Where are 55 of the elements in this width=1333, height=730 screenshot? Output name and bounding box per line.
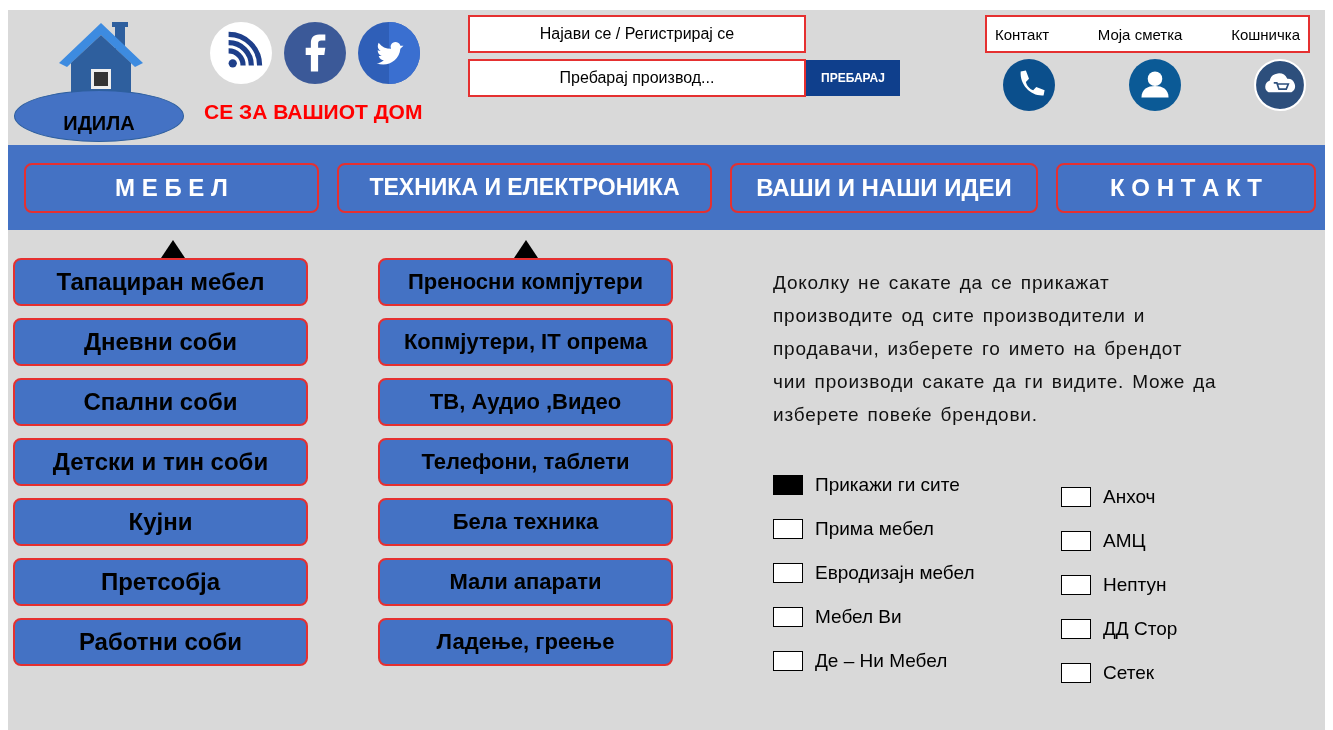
submenu-item[interactable]: Спални соби <box>13 378 308 426</box>
user-icon[interactable] <box>1128 59 1181 111</box>
search-field[interactable]: Пребарај производ... <box>468 59 806 97</box>
checkbox-label: Сетек <box>1103 662 1155 684</box>
search-button[interactable]: ПРЕБАРАЈ <box>806 60 900 96</box>
checkbox-label: АМЦ <box>1103 530 1146 552</box>
checkbox[interactable] <box>1061 531 1091 551</box>
checkbox-label: Евродизајн мебел <box>815 562 975 584</box>
nav-button[interactable]: М Е Б Е Л <box>24 162 319 213</box>
checkbox-label: Де – Ни Мебел <box>815 650 948 672</box>
checkbox-label: ДД Стор <box>1103 618 1178 640</box>
submenu-item[interactable]: Бела техника <box>378 498 673 546</box>
submenu-item[interactable]: Преносни компјутери <box>378 258 673 306</box>
cloud-cart-icon[interactable] <box>1254 59 1306 111</box>
checkbox[interactable] <box>773 563 803 583</box>
checkbox[interactable] <box>1061 663 1091 683</box>
twitter-icon[interactable] <box>358 22 420 84</box>
submenu-item[interactable]: Работни соби <box>13 618 308 666</box>
tagline: СЕ ЗА ВАШИОТ ДОМ <box>204 100 424 124</box>
checkbox[interactable] <box>773 607 803 627</box>
submenu-item[interactable]: Тапациран мебел <box>13 258 308 306</box>
checkbox[interactable] <box>773 519 803 539</box>
filter-description: Доколку не сакате да се прикажат производите од сите производители и продавачи, изберете го името на брендот чии производи сакате да ги видите. Може да изберете повеќе брендови. <box>773 271 1218 427</box>
checkbox-label: Прима мебел <box>815 518 934 540</box>
checkbox-label: Анхоч <box>1103 486 1156 508</box>
submenu-item[interactable]: ТВ, Аудио ,Видео <box>378 378 673 426</box>
submenu-item[interactable]: Претсобја <box>13 558 308 606</box>
login-button[interactable]: Најави се / Регистрирај се <box>468 15 806 53</box>
rss-icon[interactable] <box>210 22 272 84</box>
checkbox[interactable] <box>1061 575 1091 595</box>
nav-button[interactable]: ВАШИ И НАШИ ИДЕИ <box>730 162 1038 213</box>
phone-icon[interactable] <box>1003 59 1055 111</box>
pointer-icon <box>160 240 185 258</box>
pointer-icon <box>513 240 538 258</box>
submenu-item[interactable]: Копмјутери, IT опрема <box>378 318 673 366</box>
submenu-item[interactable]: Кујни <box>13 498 308 546</box>
checkbox[interactable] <box>1061 619 1091 639</box>
submenu-item[interactable]: Дневни соби <box>13 318 308 366</box>
submenu-item[interactable]: Детски и тин соби <box>13 438 308 486</box>
top-link[interactable]: Моја сметка <box>1097 25 1183 43</box>
checkbox-label: Нептун <box>1103 574 1167 596</box>
top-link[interactable]: Контакт <box>995 25 1049 43</box>
top-link[interactable]: Кошничка <box>1231 25 1300 43</box>
nav-button[interactable]: ТЕХНИКА И ЕЛЕКТРОНИКА <box>337 162 712 213</box>
submenu-item[interactable]: Телефони, таблети <box>378 438 673 486</box>
checkbox[interactable] <box>773 651 803 671</box>
logo-text: ИДИЛА <box>14 90 184 142</box>
checkbox[interactable] <box>1061 487 1091 507</box>
checkbox-label: Прикажи ги сите <box>815 474 960 496</box>
checkbox[interactable] <box>773 475 803 495</box>
facebook-icon[interactable] <box>284 22 346 84</box>
checkbox-label: Мебел Ви <box>815 606 902 628</box>
nav-button[interactable]: К О Н Т А К Т <box>1056 162 1316 213</box>
submenu-item[interactable]: Мали апарати <box>378 558 673 606</box>
submenu-item[interactable]: Ладење, греење <box>378 618 673 666</box>
